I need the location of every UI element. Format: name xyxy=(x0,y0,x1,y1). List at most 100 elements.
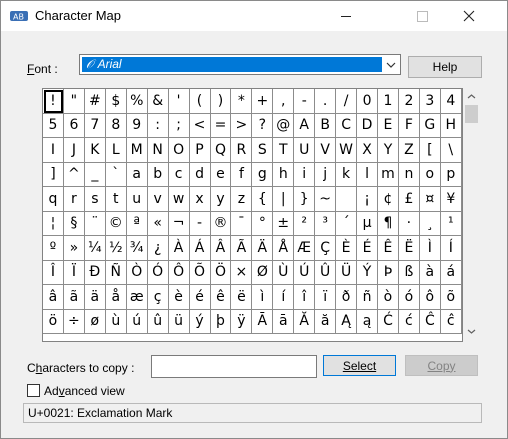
character-cell[interactable]: \ xyxy=(440,138,462,163)
character-cell[interactable]: + xyxy=(252,89,274,114)
character-cell[interactable]: ñ xyxy=(357,285,378,310)
character-cell[interactable]: Z xyxy=(398,138,420,163)
character-cell[interactable]: ² xyxy=(294,211,316,236)
character-cell[interactable]: l xyxy=(357,162,378,187)
character-cell[interactable]: E xyxy=(378,113,399,138)
character-cell[interactable]: Y xyxy=(378,138,399,163)
character-cell[interactable]: ä xyxy=(84,285,106,310)
minimize-button[interactable] xyxy=(323,1,369,31)
character-cell[interactable]: ã xyxy=(63,285,85,310)
character-cell[interactable]: ß xyxy=(398,260,420,285)
character-cell[interactable]: ú xyxy=(126,309,148,334)
character-cell[interactable]: æ xyxy=(126,285,148,310)
character-cell[interactable]: î xyxy=(294,285,316,310)
character-cell[interactable]: ¿ xyxy=(147,236,169,261)
character-cell[interactable]: W xyxy=(336,138,358,163)
character-cell[interactable]: ± xyxy=(273,211,295,236)
character-cell[interactable]: á xyxy=(440,260,462,285)
character-cell[interactable]: b xyxy=(147,162,169,187)
character-cell[interactable]: Ĉ xyxy=(419,309,441,334)
advanced-view-label[interactable]: Advanced view xyxy=(44,384,125,398)
character-cell[interactable]: · xyxy=(398,211,420,236)
character-cell[interactable] xyxy=(336,187,358,212)
character-cell[interactable]: ă xyxy=(315,309,337,334)
character-cell[interactable]: ~ xyxy=(315,187,337,212)
character-cell[interactable]: ö xyxy=(43,309,64,334)
character-cell[interactable]: q xyxy=(43,187,64,212)
character-cell[interactable]: ó xyxy=(398,285,420,310)
character-cell[interactable]: c xyxy=(168,162,190,187)
character-cell[interactable]: N xyxy=(147,138,169,163)
character-cell[interactable]: É xyxy=(357,236,378,261)
chevron-down-icon[interactable] xyxy=(384,57,398,72)
character-cell[interactable]: . xyxy=(315,89,337,114)
character-cell[interactable]: ª xyxy=(126,211,148,236)
character-cell[interactable]: C xyxy=(336,113,358,138)
character-cell[interactable]: ) xyxy=(210,89,232,114)
character-cell[interactable]: ¯ xyxy=(231,211,253,236)
character-cell[interactable]: > xyxy=(231,113,253,138)
character-cell[interactable]: « xyxy=(147,211,169,236)
character-cell[interactable]: Ë xyxy=(398,236,420,261)
character-cell[interactable]: * xyxy=(231,89,253,114)
character-cell[interactable]: Æ xyxy=(294,236,316,261)
character-cell[interactable]: ù xyxy=(105,309,127,334)
character-cell[interactable]: e xyxy=(210,162,232,187)
character-cell[interactable]: Ü xyxy=(336,260,358,285)
character-cell[interactable]: x xyxy=(189,187,211,212)
character-cell[interactable]: ¢ xyxy=(378,187,399,212)
character-cell[interactable]: ć xyxy=(398,309,420,334)
character-cell[interactable]: ' xyxy=(168,89,190,114)
character-cell[interactable]: " xyxy=(63,89,85,114)
character-cell[interactable]: ï xyxy=(315,285,337,310)
character-cell[interactable]: ā xyxy=(273,309,295,334)
character-cell[interactable]: X xyxy=(357,138,378,163)
character-cell[interactable]: Ã xyxy=(231,236,253,261)
character-cell[interactable]: F xyxy=(398,113,420,138)
character-cell[interactable]: B xyxy=(315,113,337,138)
character-cell[interactable]: Õ xyxy=(189,260,211,285)
character-cell[interactable]: ` xyxy=(105,162,127,187)
character-cell[interactable]: 9 xyxy=(126,113,148,138)
character-cell[interactable]: ¶ xyxy=(378,211,399,236)
character-cell[interactable]: y xyxy=(210,187,232,212)
character-cell[interactable]: ] xyxy=(43,162,64,187)
character-cell[interactable]: ý xyxy=(189,309,211,334)
character-cell[interactable]: ë xyxy=(231,285,253,310)
character-cell[interactable]: t xyxy=(105,187,127,212)
close-button[interactable] xyxy=(446,1,492,31)
character-cell[interactable]: 8 xyxy=(105,113,127,138)
character-cell[interactable]: f xyxy=(231,162,253,187)
character-cell[interactable]: s xyxy=(84,187,106,212)
advanced-view-checkbox[interactable] xyxy=(27,384,40,397)
character-cell[interactable]: ! xyxy=(43,89,64,114)
character-cell[interactable]: T xyxy=(273,138,295,163)
character-cell[interactable]: d xyxy=(189,162,211,187)
character-cell[interactable]: _ xyxy=(84,162,106,187)
character-cell[interactable]: r xyxy=(63,187,85,212)
character-cell[interactable]: A xyxy=(294,113,316,138)
character-cell[interactable]: h xyxy=(273,162,295,187)
character-cell[interactable]: 4 xyxy=(440,89,462,114)
character-cell[interactable]: k xyxy=(336,162,358,187)
character-cell[interactable]: Ó xyxy=(147,260,169,285)
character-cell[interactable]: ą xyxy=(357,309,378,334)
character-cell[interactable]: m xyxy=(378,162,399,187)
character-cell[interactable]: Ù xyxy=(273,260,295,285)
character-cell[interactable]: ¼ xyxy=(84,236,106,261)
character-cell[interactable]: L xyxy=(105,138,127,163)
character-cell[interactable]: ´ xyxy=(336,211,358,236)
character-cell[interactable]: â xyxy=(43,285,64,310)
character-cell[interactable]: H xyxy=(440,113,462,138)
character-cell[interactable]: a xyxy=(126,162,148,187)
character-cell[interactable]: z xyxy=(231,187,253,212)
character-cell[interactable]: % xyxy=(126,89,148,114)
character-cell[interactable]: : xyxy=(147,113,169,138)
character-cell[interactable]: Ö xyxy=(210,260,232,285)
character-cell[interactable]: ¹ xyxy=(440,211,462,236)
character-cell[interactable]: ÿ xyxy=(231,309,253,334)
character-cell[interactable]: » xyxy=(63,236,85,261)
character-cell[interactable]: å xyxy=(105,285,127,310)
character-cell[interactable]: I xyxy=(43,138,64,163)
character-cell[interactable]: é xyxy=(189,285,211,310)
